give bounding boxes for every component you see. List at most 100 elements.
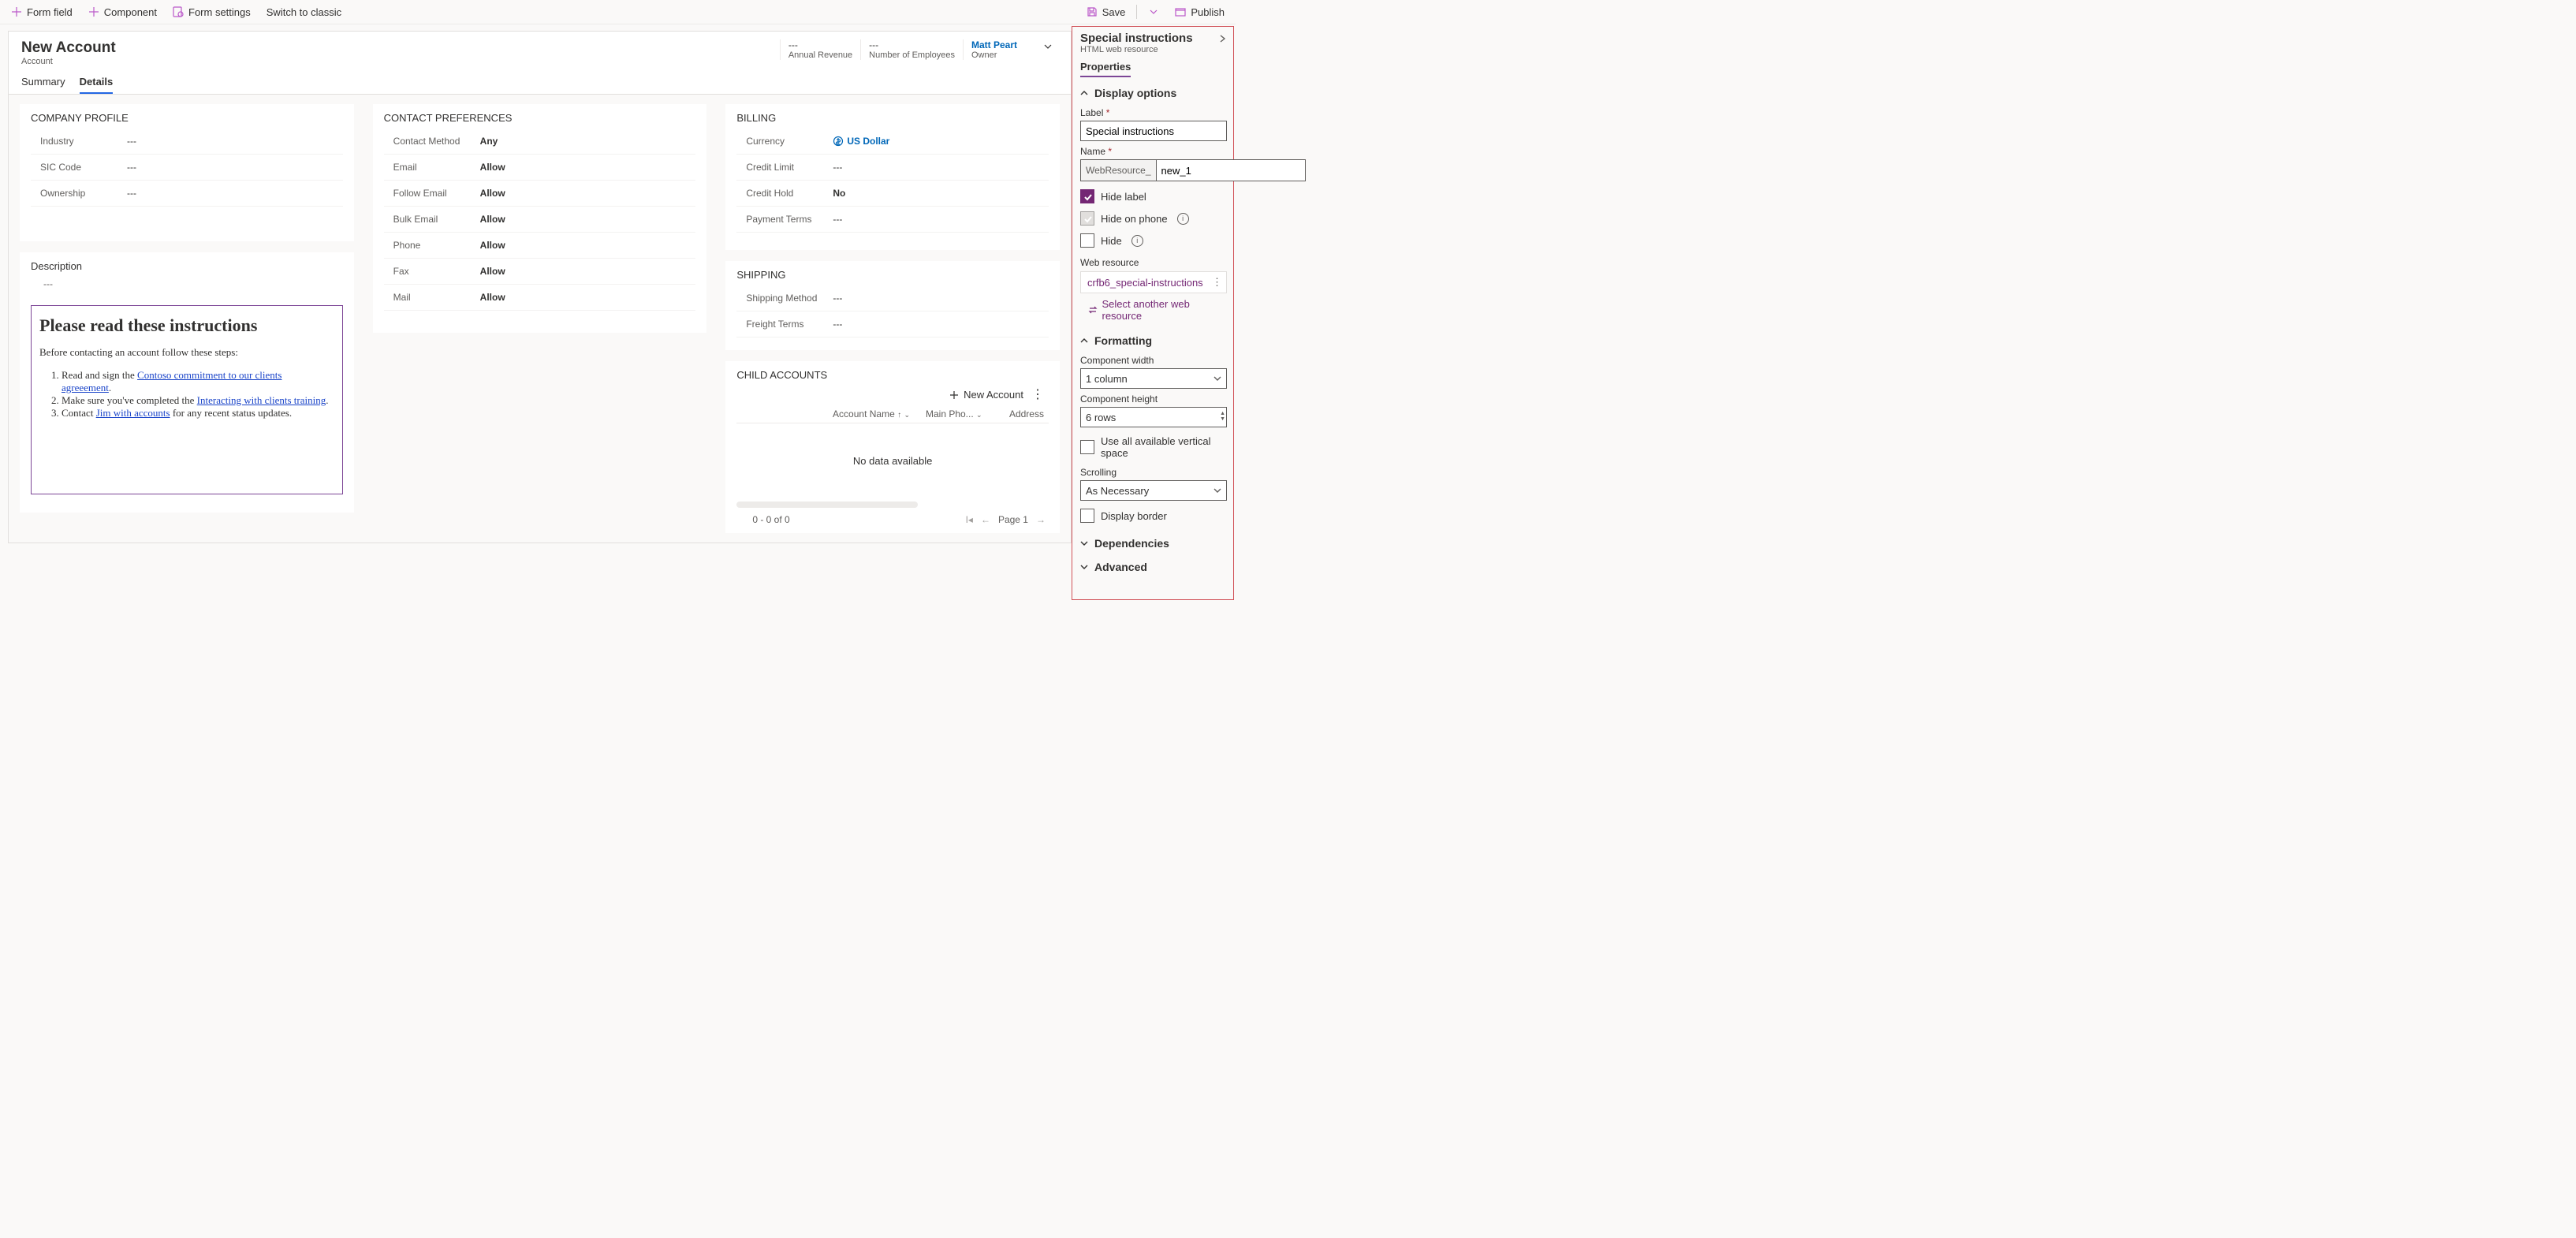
switch-classic-button[interactable]: Switch to classic <box>260 1 348 23</box>
field-email[interactable]: EmailAllow <box>384 155 696 181</box>
component-width-select[interactable]: 1 column <box>1080 368 1227 389</box>
pp-section-dependencies[interactable]: Dependencies <box>1080 532 1227 553</box>
wr-step-1: Read and sign the Contoso commitment to … <box>62 369 334 394</box>
spinner-buttons[interactable]: ▲▼ <box>1220 411 1225 422</box>
section-child-accounts[interactable]: CHILD ACCOUNTS New Account ⋮ Account Nam… <box>725 361 1060 533</box>
section-shipping[interactable]: SHIPPING Shipping Method--- Freight Term… <box>725 261 1060 350</box>
wr-intro: Before contacting an account follow thes… <box>39 346 334 359</box>
pp-comp-width-label: Component width <box>1080 355 1227 366</box>
checkbox-label: Hide on phone <box>1101 213 1168 225</box>
info-icon[interactable]: i <box>1177 213 1189 225</box>
field-value: --- <box>833 214 842 225</box>
field-mail[interactable]: MailAllow <box>384 285 696 311</box>
info-icon[interactable]: i <box>1131 235 1143 247</box>
web-resource-special-instructions[interactable]: Please read these instructions Before co… <box>31 305 343 494</box>
field-value: --- <box>31 277 343 289</box>
horizontal-scrollbar[interactable] <box>736 502 918 508</box>
pp-section-display-options[interactable]: Display options <box>1080 82 1227 103</box>
wr-step-3: Contact Jim with accounts for any recent… <box>62 407 334 420</box>
checkbox-label: Hide label <box>1101 191 1146 203</box>
child-more-button[interactable]: ⋮ <box>1031 391 1044 399</box>
field-industry[interactable]: Industry --- <box>31 129 343 155</box>
field-ownership[interactable]: Ownership --- <box>31 181 343 207</box>
save-menu-button[interactable] <box>1142 1 1165 23</box>
header-employees[interactable]: --- Number of Employees <box>860 39 963 60</box>
spin-up-icon: ▲ <box>1220 411 1225 416</box>
header-value: --- <box>869 39 955 50</box>
section-company-profile[interactable]: COMPANY PROFILE Industry --- SIC Code --… <box>20 104 354 241</box>
pp-section-label: Formatting <box>1094 334 1152 347</box>
field-credit-limit[interactable]: Credit Limit--- <box>736 155 1049 181</box>
field-sic-code[interactable]: SIC Code --- <box>31 155 343 181</box>
spin-value: 6 rows <box>1086 412 1116 423</box>
pp-webresource-label: Web resource <box>1080 257 1227 268</box>
field-freight-terms[interactable]: Freight Terms--- <box>736 311 1049 337</box>
field-label: Credit Hold <box>746 188 833 199</box>
property-pane: Special instructions HTML web resource P… <box>1072 26 1234 600</box>
checkbox-checked-icon <box>1080 189 1094 203</box>
add-component-button[interactable]: Component <box>82 1 163 23</box>
page-first-button[interactable]: I◂ <box>966 514 973 525</box>
field-phone[interactable]: PhoneAllow <box>384 233 696 259</box>
pp-section-advanced[interactable]: Advanced <box>1080 556 1227 576</box>
section-description[interactable]: Description --- Please read these instru… <box>20 252 354 513</box>
form-canvas: New Account Account --- Annual Revenue -… <box>8 31 1072 543</box>
col-address[interactable]: Address <box>989 408 1049 420</box>
pp-comp-height-label: Component height <box>1080 393 1227 405</box>
wr-link-jim[interactable]: Jim with accounts <box>96 407 170 419</box>
new-child-account-button[interactable]: New Account <box>949 389 1023 401</box>
publish-button[interactable]: Publish <box>1169 1 1231 23</box>
field-fax[interactable]: FaxAllow <box>384 259 696 285</box>
hide-label-checkbox[interactable]: Hide label <box>1080 189 1227 203</box>
select-another-web-resource-link[interactable]: Select another web resource <box>1080 298 1227 322</box>
pp-section-label: Display options <box>1094 87 1176 99</box>
section-contact-preferences[interactable]: CONTACT PREFERENCES Contact MethodAny Em… <box>373 104 707 333</box>
tab-summary[interactable]: Summary <box>21 73 65 94</box>
pp-name-label: Name <box>1080 146 1227 157</box>
col-account-name[interactable]: Account Name ↑ ⌄ <box>736 408 926 420</box>
header-annual-revenue[interactable]: --- Annual Revenue <box>780 39 860 60</box>
pp-tab-properties[interactable]: Properties <box>1080 58 1131 77</box>
scrolling-select[interactable]: As Necessary <box>1080 480 1227 501</box>
field-follow-email[interactable]: Follow EmailAllow <box>384 181 696 207</box>
tab-details[interactable]: Details <box>80 73 114 94</box>
spin-down-icon: ▼ <box>1220 416 1225 422</box>
name-input[interactable] <box>1156 159 1306 181</box>
field-shipping-method[interactable]: Shipping Method--- <box>736 285 1049 311</box>
section-billing[interactable]: BILLING Currency US Dollar Credit Limit-… <box>725 104 1060 250</box>
field-label: Payment Terms <box>746 214 833 225</box>
display-border-checkbox[interactable]: Display border <box>1080 509 1227 523</box>
field-value: Allow <box>480 240 505 251</box>
component-height-input[interactable]: 6 rows ▲▼ <box>1080 407 1227 427</box>
field-bulk-email[interactable]: Bulk EmailAllow <box>384 207 696 233</box>
plus-icon <box>949 390 959 400</box>
pp-section-formatting[interactable]: Formatting <box>1080 330 1227 350</box>
col-main-phone[interactable]: Main Pho... ⌄ <box>926 408 989 420</box>
pp-subtitle: HTML web resource <box>1080 45 1227 54</box>
save-button[interactable]: Save <box>1080 1 1132 23</box>
hide-checkbox[interactable]: Hide i <box>1080 233 1227 248</box>
header-owner[interactable]: Matt Peart Owner <box>963 39 1035 60</box>
use-all-space-checkbox[interactable]: Use all available vertical space <box>1080 435 1227 459</box>
field-contact-method[interactable]: Contact MethodAny <box>384 129 696 155</box>
field-value: Allow <box>480 162 505 173</box>
page-prev-button[interactable]: ← <box>981 514 990 525</box>
divider <box>1136 5 1137 19</box>
form-settings-button[interactable]: Form settings <box>166 1 257 23</box>
hide-on-phone-checkbox[interactable]: Hide on phone i <box>1080 211 1227 226</box>
checkbox-label: Hide <box>1101 235 1122 247</box>
label-input[interactable] <box>1080 121 1227 141</box>
name-prefix: WebResource_ <box>1080 159 1156 181</box>
web-resource-picker[interactable]: crfb6_special-instructions ⋮ <box>1080 271 1227 293</box>
field-currency[interactable]: Currency US Dollar <box>736 129 1049 155</box>
field-value: --- <box>833 319 842 330</box>
add-form-field-button[interactable]: Form field <box>5 1 79 23</box>
header-expand-button[interactable] <box>1035 39 1058 54</box>
chevron-right-icon[interactable] <box>1217 34 1227 43</box>
field-payment-terms[interactable]: Payment Terms--- <box>736 207 1049 233</box>
field-credit-hold[interactable]: Credit HoldNo <box>736 181 1049 207</box>
page-next-button[interactable]: → <box>1036 514 1046 525</box>
more-icon[interactable]: ⋮ <box>1212 276 1223 289</box>
link-label: Select another web resource <box>1102 298 1228 322</box>
wr-link-training[interactable]: Interacting with clients training <box>197 394 326 406</box>
